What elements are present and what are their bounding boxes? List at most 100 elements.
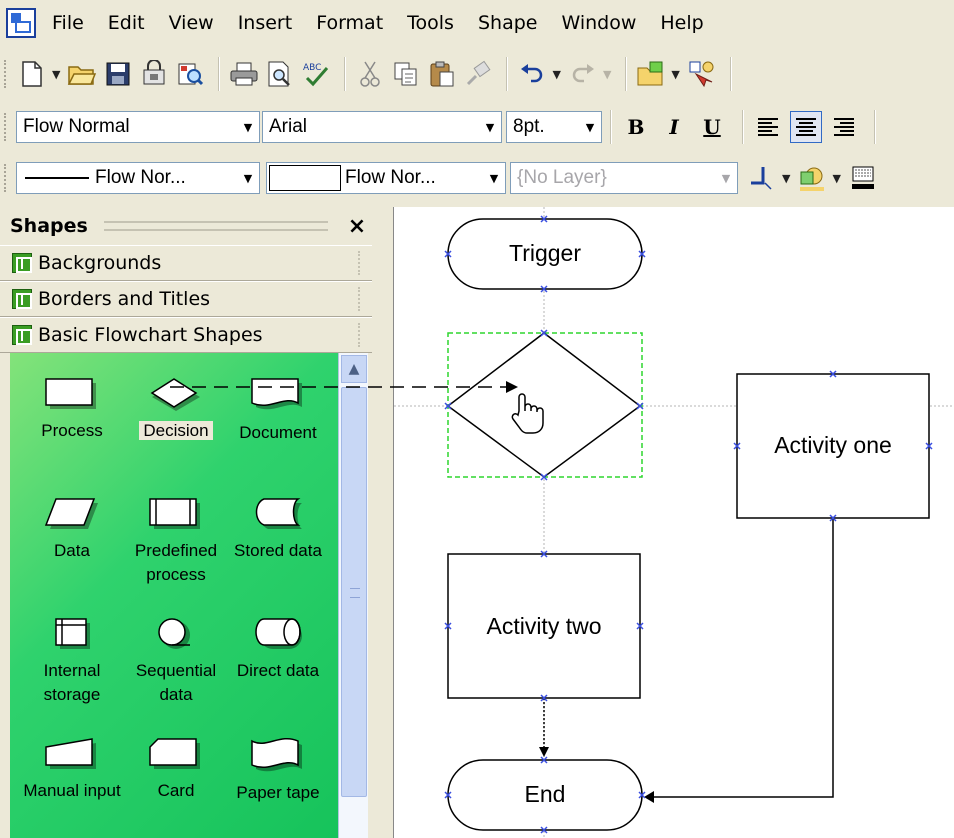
toolbar-grip[interactable] [4,60,8,88]
research-icon[interactable] [174,58,206,90]
connector-dropdown-icon[interactable]: ▼ [782,172,790,185]
bold-button[interactable]: B [620,111,652,143]
menu-edit[interactable]: Edit [108,12,145,34]
spelling-icon[interactable]: ABC [300,58,332,90]
master-internal-storage[interactable]: Internal storage [22,617,122,707]
shapes-dropdown-icon[interactable]: ▼ [671,68,679,81]
activity-two-shape[interactable]: Activity two [447,553,641,699]
menu-tools[interactable]: Tools [407,12,454,34]
pane-grip[interactable] [103,221,328,231]
trigger-shape[interactable]: Trigger [447,218,643,290]
stencil-scrollbar[interactable]: ▲ [338,353,368,838]
stencil-backgrounds[interactable]: Backgrounds [0,245,372,281]
connector-activity-one-to-end[interactable] [650,518,834,798]
line-style-combo[interactable]: Flow Nor... ▼ [16,162,260,194]
shadow-color-icon[interactable] [847,162,879,194]
new-dropdown-icon[interactable]: ▼ [52,68,60,81]
master-data[interactable]: Data [22,497,122,563]
toolbar-separator [218,57,221,91]
stencil-grip [358,251,362,275]
scroll-thumb[interactable] [341,387,367,797]
app-document-icon[interactable] [6,8,36,38]
master-card[interactable]: Card [126,737,226,803]
connector-tool-icon[interactable] [746,162,778,194]
toolbar-grip[interactable] [4,164,8,192]
font-combo[interactable]: Arial ▼ [262,111,502,143]
print-icon[interactable] [228,58,260,90]
fill-color-dropdown-icon[interactable]: ▼ [832,172,840,185]
undo-icon[interactable] [516,58,548,90]
svg-text:ABC: ABC [303,63,321,73]
shapes-menu-icon[interactable] [635,58,667,90]
master-predefined-process[interactable]: Predefined process [126,497,226,587]
menu-file[interactable]: File [52,12,84,34]
chevron-down-icon[interactable]: ▼ [237,163,259,193]
pane-splitter[interactable] [380,207,394,838]
master-document[interactable]: Document [228,377,328,445]
redo-icon[interactable] [567,58,599,90]
toolbar-separator [344,57,347,91]
undo-dropdown-icon[interactable]: ▼ [552,68,560,81]
fill-color-icon[interactable] [796,162,828,194]
master-decision[interactable]: Decision [126,377,226,443]
align-left-icon[interactable] [752,111,784,143]
copy-icon[interactable] [390,58,422,90]
end-shape[interactable]: End [447,759,643,831]
master-stored-data[interactable]: Stored data [228,497,328,563]
master-label: Card [157,781,195,800]
stencil-basic-flowchart-shapes[interactable]: Basic Flowchart Shapes [0,317,372,353]
italic-button[interactable]: I [658,111,690,143]
chevron-down-icon[interactable]: ▼ [237,112,259,142]
permission-icon[interactable] [138,58,170,90]
stencil-label: Basic Flowchart Shapes [38,324,263,346]
stencil-icon [12,253,32,273]
redo-dropdown-icon[interactable]: ▼ [603,68,611,81]
drawing-page: Trigger Activity one Activity two End [394,207,954,838]
menu-help[interactable]: Help [660,12,703,34]
cut-icon[interactable] [354,58,386,90]
font-size-combo[interactable]: 8pt. ▼ [506,111,602,143]
master-process[interactable]: Process [22,377,122,443]
align-center-icon[interactable] [790,111,822,143]
format-painter-icon[interactable] [462,58,494,90]
menu-view[interactable]: View [169,12,214,34]
style-combo[interactable]: Flow Normal ▼ [16,111,260,143]
master-paper-tape[interactable]: Paper tape [228,737,328,805]
direct-data-shape-icon [255,618,302,649]
activity-one-shape[interactable]: Activity one [736,373,930,519]
stencil-shapes-area: Process Decision Document Data Predefine… [10,353,338,838]
arrowhead [644,791,654,803]
layer-combo[interactable]: {No Layer} ▼ [510,162,738,194]
align-right-icon[interactable] [828,111,860,143]
save-icon[interactable] [102,58,134,90]
close-icon[interactable]: × [344,214,370,239]
chevron-down-icon[interactable]: ▼ [483,163,505,193]
paste-icon[interactable] [426,58,458,90]
menu-format[interactable]: Format [316,12,383,34]
toolbar-separator [625,57,628,91]
formatting-toolbar: Flow Normal ▼ Arial ▼ 8pt. ▼ B I U [0,104,954,150]
stencil-grip [358,287,362,311]
data-shape-icon [44,498,98,529]
menu-shape[interactable]: Shape [478,12,538,34]
open-icon[interactable] [66,58,98,90]
master-manual-input[interactable]: Manual input [22,737,122,803]
chevron-down-icon[interactable]: ▼ [715,163,737,193]
master-sequential-data[interactable]: Sequential data [126,617,226,707]
menu-window[interactable]: Window [561,12,636,34]
pointer-tool-icon[interactable] [686,58,718,90]
menu-insert[interactable]: Insert [238,12,293,34]
decision-shape-selected[interactable] [446,332,643,478]
drawing-canvas[interactable]: Trigger Activity one Activity two End [394,207,954,838]
chevron-down-icon[interactable]: ▼ [579,112,601,142]
fill-style-combo[interactable]: Flow Nor... ▼ [266,162,506,194]
toolbar-grip[interactable] [4,113,8,141]
underline-button[interactable]: U [696,111,728,143]
scroll-up-icon[interactable]: ▲ [341,355,367,383]
end-label: End [525,781,566,807]
print-preview-icon[interactable] [264,58,296,90]
chevron-down-icon[interactable]: ▼ [479,112,501,142]
master-direct-data[interactable]: Direct data [228,617,328,683]
new-icon[interactable] [16,58,48,90]
stencil-borders-and-titles[interactable]: Borders and Titles [0,281,372,317]
